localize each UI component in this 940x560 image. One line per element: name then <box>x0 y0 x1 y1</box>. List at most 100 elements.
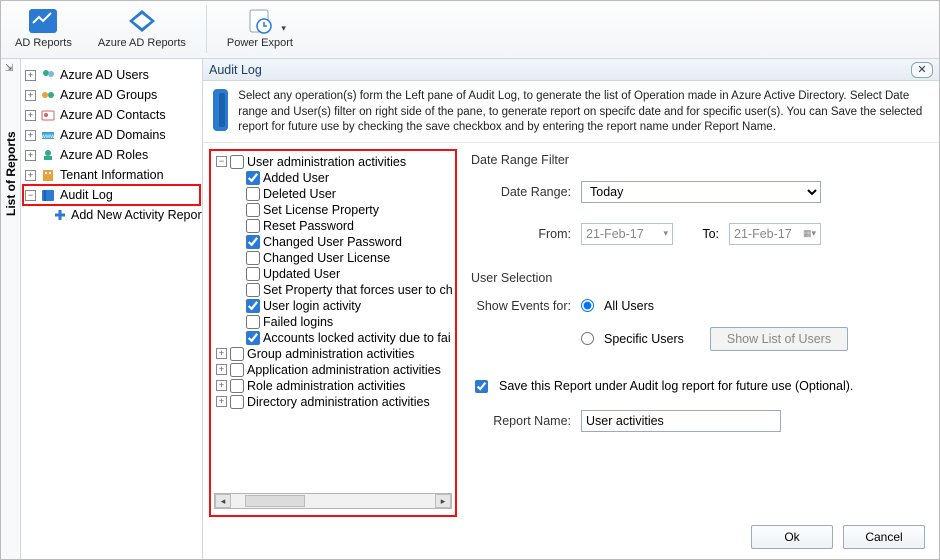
nav-label: Azure AD Users <box>60 68 149 82</box>
ribbon-power-export-label: Power Export <box>227 37 293 49</box>
checkbox[interactable] <box>246 171 260 185</box>
op-added-user[interactable]: Added User <box>212 170 454 186</box>
date-range-select[interactable]: Today <box>581 181 821 203</box>
radio-all-users[interactable] <box>581 299 594 312</box>
op-set-license[interactable]: Set License Property <box>212 202 454 218</box>
nav-add-new-activity[interactable]: Add New Activity Report <box>23 205 200 225</box>
tenant-icon <box>40 168 56 182</box>
op-label: Set Property that forces user to ch <box>263 283 453 297</box>
checkbox[interactable] <box>230 155 244 169</box>
expand-icon[interactable]: + <box>25 70 36 81</box>
scroll-thumb[interactable] <box>245 495 305 507</box>
filter-form: Date Range Filter Date Range: Today From… <box>467 149 929 517</box>
nav-azure-domains[interactable]: + www Azure AD Domains <box>23 125 200 145</box>
nav-label: Azure AD Groups <box>60 88 157 102</box>
scroll-right-arrow[interactable]: ▸ <box>435 494 451 508</box>
checkbox[interactable] <box>246 283 260 297</box>
show-list-users-button[interactable]: Show List of Users <box>710 327 848 351</box>
checkbox[interactable] <box>246 251 260 265</box>
checkbox[interactable] <box>230 347 244 361</box>
expand-icon[interactable]: + <box>216 364 227 375</box>
ribbon-ad-reports[interactable]: AD Reports <box>9 5 78 51</box>
op-set-prop-force[interactable]: Set Property that forces user to ch <box>212 282 454 298</box>
show-events-label: Show Events for: <box>471 299 571 313</box>
checkbox[interactable] <box>246 187 260 201</box>
expand-icon[interactable]: + <box>25 170 36 181</box>
to-date-picker[interactable]: 21-Feb-17 ▦▾ <box>729 223 821 245</box>
nav-azure-users[interactable]: + Azure AD Users <box>23 65 200 85</box>
op-dir-admin[interactable]: +Directory administration activities <box>212 394 454 410</box>
op-reset-password[interactable]: Reset Password <box>212 218 454 234</box>
op-label: Accounts locked activity due to fai <box>263 331 451 345</box>
expand-icon[interactable]: + <box>25 150 36 161</box>
nav-tenant-info[interactable]: + Tenant Information <box>23 165 200 185</box>
report-name-input[interactable] <box>581 410 781 432</box>
chevron-down-icon: ▾ <box>663 228 668 239</box>
nav-azure-contacts[interactable]: + Azure AD Contacts <box>23 105 200 125</box>
op-accounts-locked[interactable]: Accounts locked activity due to fai <box>212 330 454 346</box>
horizontal-scrollbar[interactable]: ◂ ▸ <box>214 493 452 509</box>
op-label: User login activity <box>263 299 361 313</box>
ribbon-azure-reports[interactable]: Azure AD Reports <box>92 5 192 51</box>
checkbox[interactable] <box>246 315 260 329</box>
op-changed-license[interactable]: Changed User License <box>212 250 454 266</box>
checkbox[interactable] <box>230 379 244 393</box>
nav-label: Add New Activity Report <box>71 208 203 222</box>
cancel-button[interactable]: Cancel <box>843 525 925 549</box>
checkbox[interactable] <box>246 299 260 313</box>
nav-label: Tenant Information <box>60 168 164 182</box>
checkbox[interactable] <box>246 203 260 217</box>
groups-icon <box>40 88 56 102</box>
side-tab-strip[interactable]: ⇲ List of Reports <box>1 59 21 559</box>
expand-icon[interactable]: + <box>216 348 227 359</box>
op-failed-logins[interactable]: Failed logins <box>212 314 454 330</box>
scroll-left-arrow[interactable]: ◂ <box>215 494 231 508</box>
nav-azure-roles[interactable]: + Azure AD Roles <box>23 145 200 165</box>
op-role-admin[interactable]: +Role administration activities <box>212 378 454 394</box>
power-export-icon: ▾ <box>244 7 276 35</box>
expand-icon[interactable]: + <box>25 110 36 121</box>
calendar-icon: ▦▾ <box>803 228 816 239</box>
user-selection-section: User Selection Show Events for: All User… <box>471 271 925 351</box>
save-report-checkbox[interactable] <box>475 380 488 393</box>
ad-reports-icon <box>27 7 59 35</box>
ok-button[interactable]: Ok <box>751 525 833 549</box>
close-button[interactable]: ✕ <box>911 62 933 78</box>
from-date-picker[interactable]: 21-Feb-17 ▾ <box>581 223 673 245</box>
op-changed-password[interactable]: Changed User Password <box>212 234 454 250</box>
radio-specific-users[interactable] <box>581 332 594 345</box>
checkbox[interactable] <box>230 363 244 377</box>
collapse-icon[interactable]: − <box>25 190 36 201</box>
nav-azure-groups[interactable]: + Azure AD Groups <box>23 85 200 105</box>
op-deleted-user[interactable]: Deleted User <box>212 186 454 202</box>
expand-icon[interactable]: + <box>25 90 36 101</box>
pin-icon[interactable]: ⇲ <box>5 63 13 74</box>
checkbox[interactable] <box>246 219 260 233</box>
op-label: Changed User Password <box>263 235 402 249</box>
op-updated-user[interactable]: Updated User <box>212 266 454 282</box>
checkbox[interactable] <box>246 235 260 249</box>
panel-description: Select any operation(s) form the Left pa… <box>238 89 929 136</box>
ribbon-azure-reports-label: Azure AD Reports <box>98 37 186 49</box>
checkbox[interactable] <box>246 331 260 345</box>
nav-label: Azure AD Roles <box>60 148 148 162</box>
svg-text:www: www <box>41 134 56 140</box>
expand-icon[interactable]: + <box>216 380 227 391</box>
op-app-admin[interactable]: +Application administration activities <box>212 362 454 378</box>
book-icon <box>40 188 56 202</box>
checkbox[interactable] <box>246 267 260 281</box>
op-label: Set License Property <box>263 203 379 217</box>
checkbox[interactable] <box>230 395 244 409</box>
operations-tree: − User administration activities Added U… <box>212 154 454 487</box>
op-label: Added User <box>263 171 329 185</box>
op-login-activity[interactable]: User login activity <box>212 298 454 314</box>
op-label: Failed logins <box>263 315 333 329</box>
ribbon-power-export[interactable]: ▾ Power Export <box>221 5 299 51</box>
op-group-admin[interactable]: +Group administration activities <box>212 346 454 362</box>
collapse-icon[interactable]: − <box>216 156 227 167</box>
main-area: ⇲ List of Reports + Azure AD Users + Azu… <box>1 59 939 559</box>
nav-audit-log[interactable]: − Audit Log <box>23 185 200 205</box>
expand-icon[interactable]: + <box>216 396 227 407</box>
expand-icon[interactable]: + <box>25 130 36 141</box>
op-user-admin[interactable]: − User administration activities <box>212 154 454 170</box>
